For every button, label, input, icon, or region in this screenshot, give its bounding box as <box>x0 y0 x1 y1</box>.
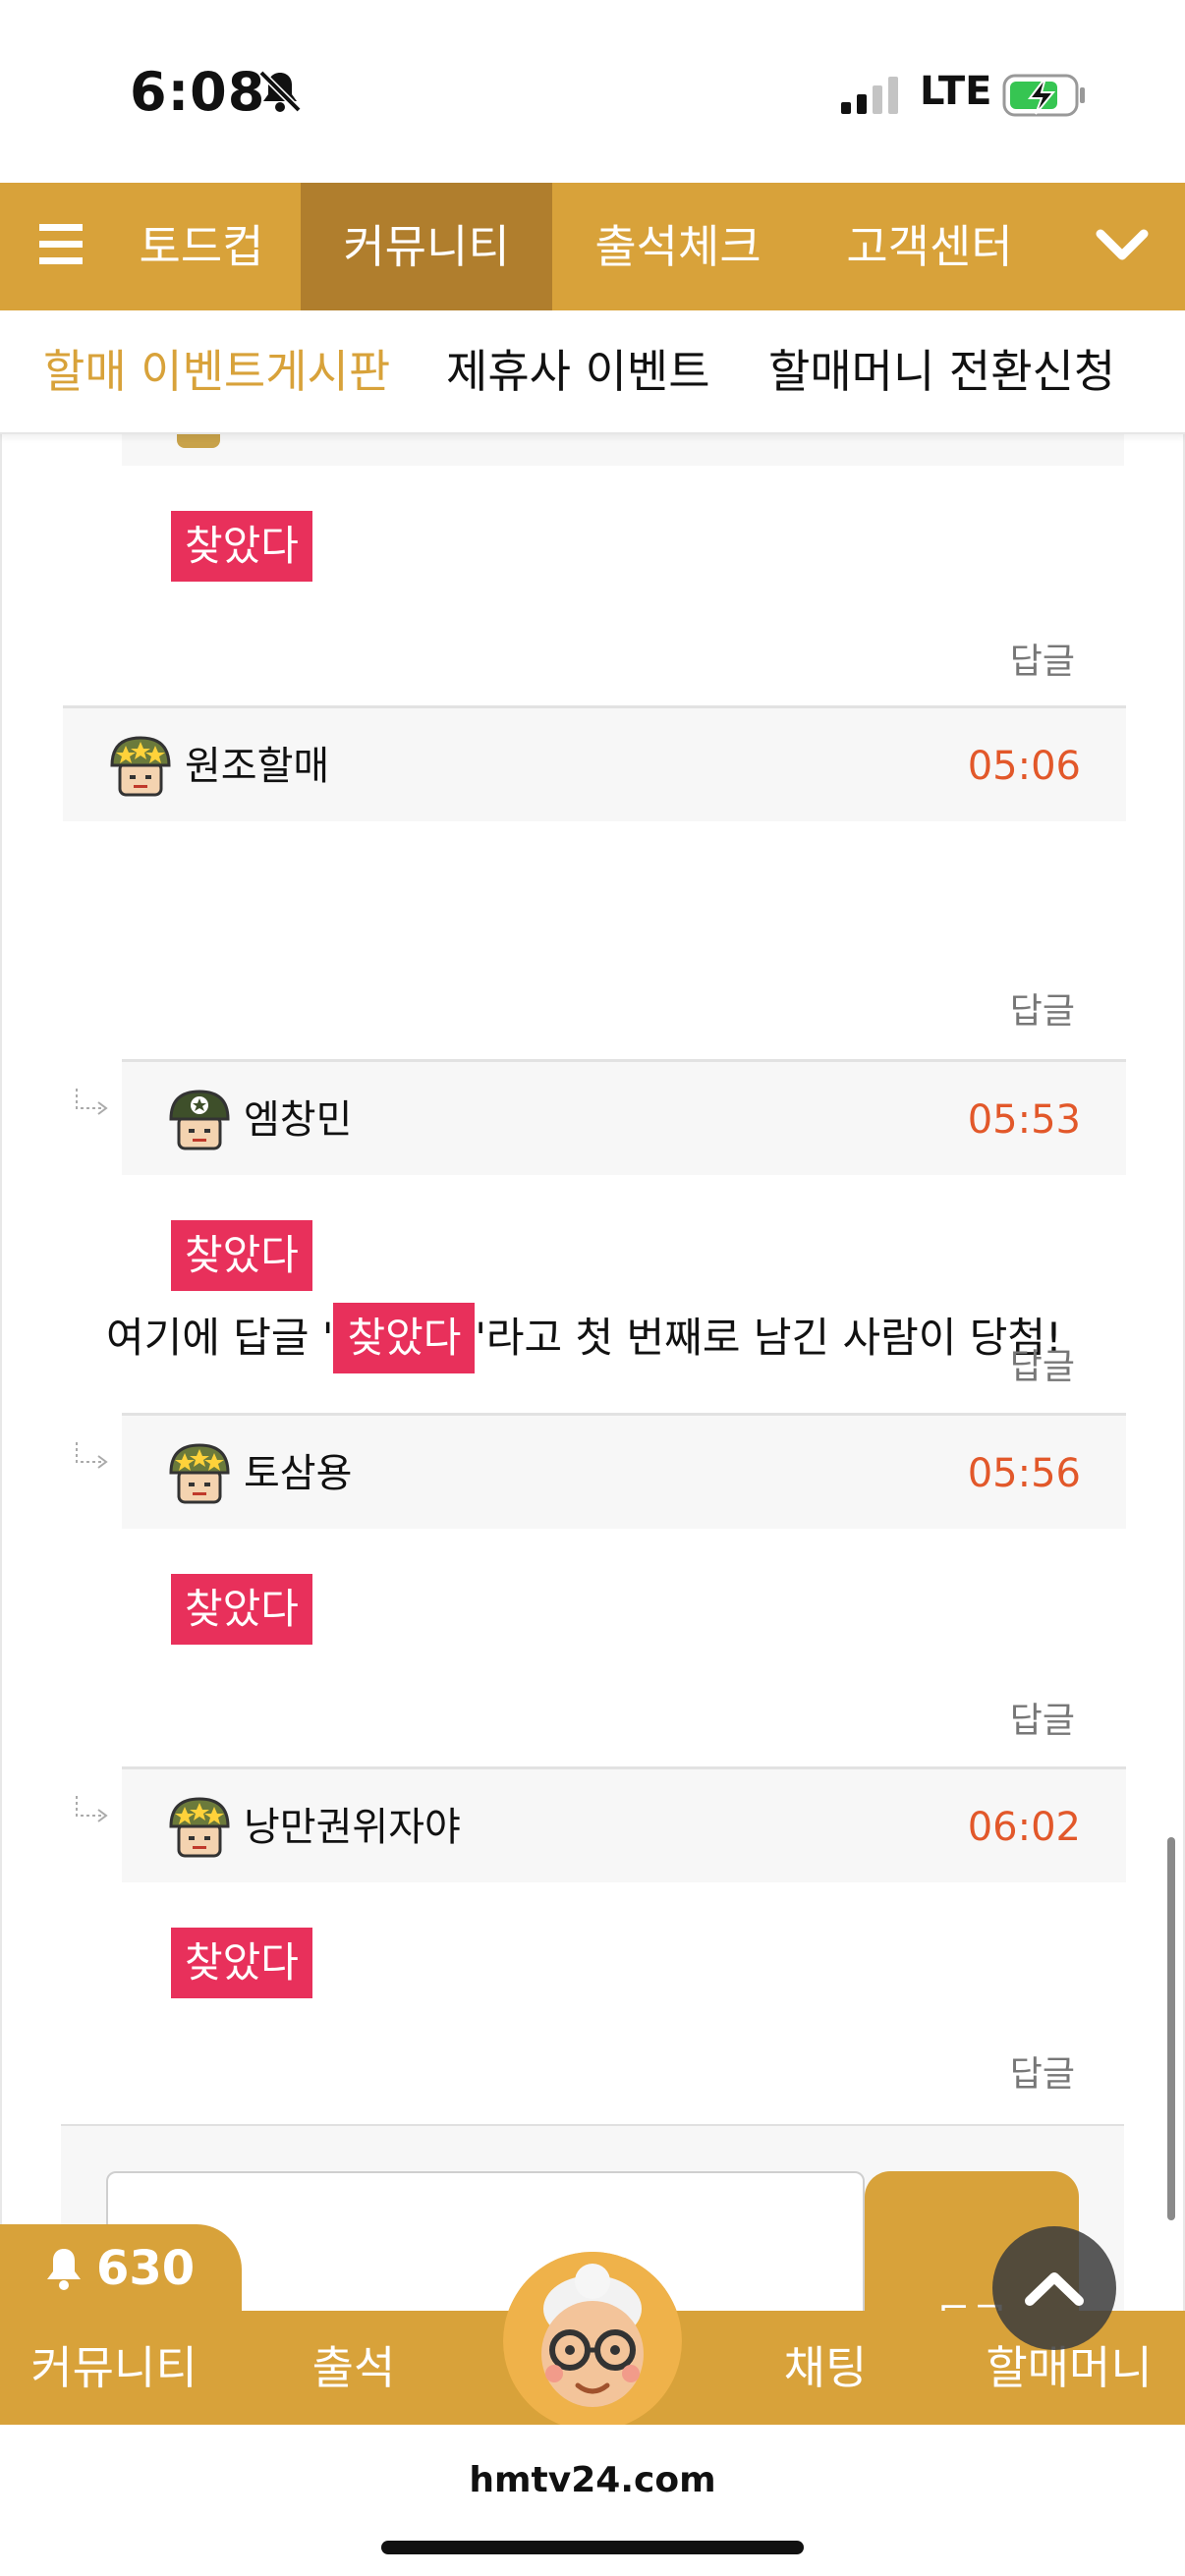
hamburger-menu-icon[interactable] <box>39 222 88 267</box>
chevron-up-icon <box>1025 2272 1084 2306</box>
reply-body-found: 찾았다 <box>171 1928 312 1998</box>
comment-header: 원조할매 05:06 <box>63 705 1126 821</box>
chevron-down-icon[interactable] <box>1093 220 1152 269</box>
avatar-badge-helmet-icon <box>169 1090 230 1150</box>
nav-tab-todcup[interactable]: 토드컵 <box>110 183 293 310</box>
browser-url-bar: hmtv24.com <box>0 2425 1185 2576</box>
tab-community[interactable]: 커뮤니티 <box>26 2311 202 2425</box>
reply-time: 06:02 <box>967 1805 1081 1850</box>
subnav-event-board[interactable]: 할매 이벤트게시판 <box>43 310 390 432</box>
comment-author[interactable]: 원조할매 <box>185 708 329 824</box>
granny-mascot-button[interactable] <box>503 2252 682 2431</box>
avatar-star-helmet-icon <box>110 736 171 797</box>
reply-link[interactable]: 답글 <box>1010 982 1075 1034</box>
comment-list: 찾았다 답글 원조할매 05:06 여기에 답글 ' 찾았다 '라고 첫 번째로 남… <box>0 434 1185 2311</box>
reply-link[interactable]: 답글 <box>1010 633 1075 684</box>
reply-arrow-icon <box>76 1442 108 1469</box>
bell-icon <box>47 2249 81 2290</box>
notification-count: 630 <box>96 2241 196 2296</box>
avatar <box>177 434 220 448</box>
reply-link[interactable]: 답글 <box>1010 1692 1075 1743</box>
reply-time: 05:53 <box>967 1097 1081 1143</box>
reply-link[interactable]: 답글 <box>1010 1338 1075 1389</box>
reply-author[interactable]: 낭만권위자야 <box>244 1769 461 1885</box>
reply-arrow-icon <box>76 1089 108 1115</box>
avatar-star-helmet-icon <box>169 1443 230 1504</box>
tab-chat[interactable]: 채팅 <box>766 2311 884 2425</box>
screen: 6:08 LTE 토드컵 커뮤니티 출석체크 고객센터 할매 이벤트게시판 제휴… <box>0 0 1185 2576</box>
subnav-money-exchange[interactable]: 할매머니 전환신청 <box>768 310 1115 432</box>
nav-tab-support[interactable]: 고객센터 <box>804 183 1055 310</box>
home-indicator[interactable] <box>381 2541 804 2554</box>
notification-badge[interactable]: 630 <box>0 2224 242 2313</box>
main-nav: 토드컵 커뮤니티 출석체크 고객센터 <box>0 183 1185 310</box>
reply-body-found: 찾았다 <box>171 1220 312 1291</box>
tab-attendance[interactable]: 출석 <box>295 2311 413 2425</box>
reply-header: 낭만권위자야 06:02 <box>122 1766 1126 1882</box>
comment-body: 여기에 답글 ' 찾았다 '라고 첫 번째로 남긴 사람이 당첨! <box>106 1303 1062 1373</box>
comment-time: 05:06 <box>967 744 1081 789</box>
battery-charging-icon <box>1002 74 1085 117</box>
reply-author[interactable]: 토삼용 <box>244 1416 352 1532</box>
subnav-partner-events[interactable]: 제휴사 이벤트 <box>446 310 710 432</box>
scroll-to-top-button[interactable] <box>992 2226 1116 2350</box>
partial-comment-header <box>122 434 1124 466</box>
reply-body-found: 찾았다 <box>171 1574 312 1645</box>
network-type: LTE <box>920 69 992 114</box>
scrollbar[interactable] <box>1167 1837 1175 2220</box>
nav-tab-attendance[interactable]: 출석체크 <box>552 183 804 310</box>
sub-nav: 할매 이벤트게시판 제휴사 이벤트 할매머니 전환신청 <box>0 310 1185 434</box>
reply-arrow-icon <box>76 1796 108 1822</box>
status-time: 6:08 <box>130 61 266 123</box>
comment-text-before: 여기에 답글 ' <box>106 1314 334 1362</box>
comment-text-after: '라고 첫 번째로 남긴 사람이 당첨! <box>475 1314 1062 1362</box>
cellular-signal-icon <box>841 77 898 114</box>
silent-bell-icon <box>258 70 302 113</box>
comment-body-found: 찾았다 <box>171 511 312 582</box>
url-text[interactable]: hmtv24.com <box>0 2460 1185 2500</box>
reply-time: 05:56 <box>967 1451 1081 1496</box>
comment-text-highlight: 찾았다 <box>333 1303 476 1373</box>
avatar-star-helmet-icon <box>169 1797 230 1858</box>
reply-author[interactable]: 엠창민 <box>244 1062 352 1178</box>
reply-header: 토삼용 05:56 <box>122 1413 1126 1529</box>
status-bar: 6:08 LTE <box>0 0 1185 183</box>
nav-tab-community[interactable]: 커뮤니티 <box>301 183 552 310</box>
granny-mascot-icon <box>503 2252 682 2431</box>
reply-header: 엠창민 05:53 <box>122 1059 1126 1175</box>
reply-link[interactable]: 답글 <box>1010 2045 1075 2097</box>
